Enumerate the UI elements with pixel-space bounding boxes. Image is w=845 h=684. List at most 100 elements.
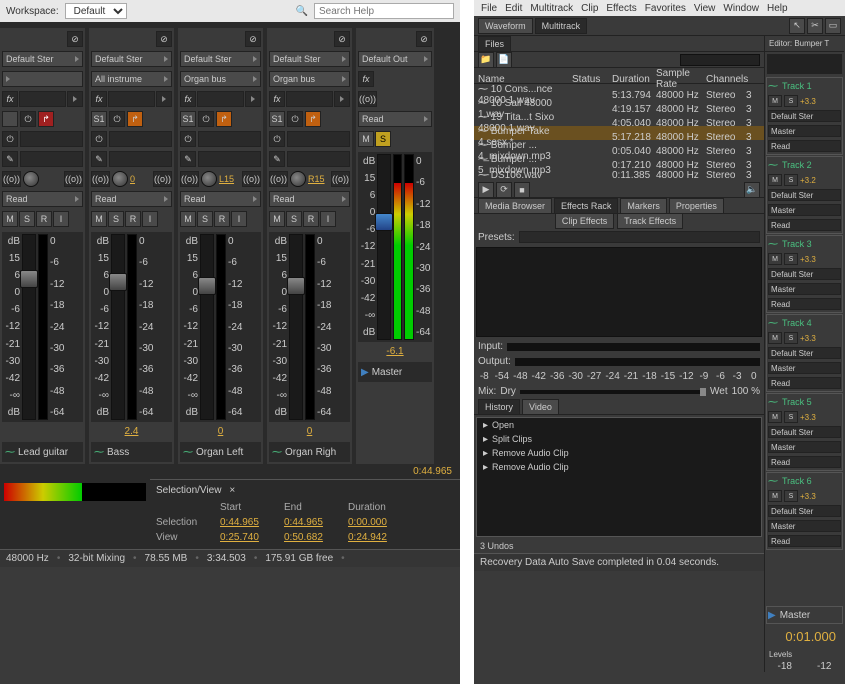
send-select[interactable]: Master <box>768 362 841 374</box>
power-icon[interactable]: ⏻ <box>20 111 36 127</box>
input-monitor[interactable]: I <box>53 211 69 227</box>
automation-mode[interactable]: Read <box>768 535 841 547</box>
insert-power[interactable]: ⏻ <box>91 131 107 147</box>
output-select[interactable]: Default Ster <box>91 51 172 67</box>
solo-button[interactable]: S <box>784 411 798 423</box>
solo-button[interactable]: S <box>784 174 798 186</box>
pan-knob[interactable] <box>112 171 128 187</box>
volume-value[interactable]: -6.1 <box>358 344 432 360</box>
track-name[interactable]: ⁓Bass <box>91 442 172 462</box>
mute-button[interactable]: M <box>768 490 782 502</box>
pan-knob[interactable] <box>290 171 306 187</box>
file-row[interactable]: ⁓ DS106.wav0:11.38548000 HzStereo3 <box>474 168 764 182</box>
volume-icon[interactable]: 🔈 <box>744 182 760 198</box>
insert-slot[interactable] <box>287 131 350 147</box>
menu-clip[interactable]: Clip <box>578 3 601 14</box>
time-value[interactable]: 0:50.682 <box>284 532 344 543</box>
col-header[interactable]: Status <box>572 74 612 85</box>
volume-fader[interactable] <box>111 234 125 420</box>
output-select[interactable]: Default Ster <box>768 189 841 201</box>
tool-select[interactable]: ▭ <box>825 18 841 34</box>
subtab-track-effects[interactable]: Track Effects <box>617 213 683 229</box>
record-button[interactable]: R <box>214 211 230 227</box>
tab-history[interactable]: History <box>478 399 520 415</box>
menu-view[interactable]: View <box>691 3 719 14</box>
tab-properties[interactable]: Properties <box>669 198 724 214</box>
fx-slot[interactable] <box>197 91 244 107</box>
send-route[interactable]: ↱ <box>305 111 321 127</box>
solo-button[interactable]: S <box>197 211 213 227</box>
stereo-icon-r[interactable]: ((o)) <box>331 171 350 187</box>
power-icon[interactable]: ⏻ <box>198 111 214 127</box>
tab-media-browser[interactable]: Media Browser <box>478 198 552 214</box>
automation-mode[interactable]: Read <box>180 191 261 207</box>
insert-power[interactable]: ⏻ <box>180 131 196 147</box>
mute-button[interactable]: M <box>2 211 18 227</box>
edit-icon[interactable]: ✎ <box>180 151 196 167</box>
track-name[interactable]: ⁓Lead guitar <box>2 442 83 462</box>
send-select[interactable]: Master <box>768 283 841 295</box>
output-select[interactable]: Default Ster <box>269 51 350 67</box>
mute-button[interactable]: M <box>180 211 196 227</box>
time-value[interactable]: 0:25.740 <box>220 532 280 543</box>
mute-button[interactable]: M <box>768 95 782 107</box>
edit-icon[interactable]: ✎ <box>269 151 285 167</box>
col-header[interactable]: Duration <box>612 74 656 85</box>
volume-value[interactable]: 0 <box>269 424 350 440</box>
tab-waveform[interactable]: Waveform <box>478 18 533 34</box>
fx-arrow[interactable] <box>334 91 350 107</box>
play-icon[interactable]: ▶ <box>478 182 494 198</box>
fx-arrow[interactable] <box>245 91 261 107</box>
automation-mode[interactable]: Read <box>768 456 841 468</box>
history-item[interactable]: ▸Remove Audio Clip <box>477 446 761 460</box>
col-header[interactable]: Channels <box>706 74 746 85</box>
send-select[interactable]: Master <box>768 441 841 453</box>
insert-slot[interactable] <box>20 131 83 147</box>
output-select[interactable]: Default Out <box>358 51 432 67</box>
automation-mode[interactable]: Read <box>768 298 841 310</box>
time-value[interactable]: 0:44.965 <box>220 517 280 528</box>
stereo-icon[interactable]: ((o)) <box>269 171 288 187</box>
stop-icon[interactable]: ■ <box>514 182 530 198</box>
menu-help[interactable]: Help <box>764 3 791 14</box>
automation-mode[interactable]: Read <box>768 140 841 152</box>
record-button[interactable]: R <box>125 211 141 227</box>
output-select[interactable]: Default Ster <box>180 51 261 67</box>
record-button[interactable]: R <box>303 211 319 227</box>
output-select[interactable]: Default Ster <box>768 110 841 122</box>
automation-mode[interactable]: Read <box>358 111 432 127</box>
loop-icon[interactable]: ⟳ <box>496 182 512 198</box>
menu-window[interactable]: Window <box>720 3 762 14</box>
bus-select[interactable]: Organ bus <box>180 71 261 87</box>
insert-slot[interactable] <box>198 131 261 147</box>
output-select[interactable]: Default Ster <box>768 426 841 438</box>
tab-effects-rack[interactable]: Effects Rack <box>554 198 618 214</box>
solo-button[interactable]: S <box>375 131 391 147</box>
stereo-icon-r[interactable]: ((o)) <box>64 171 83 187</box>
solo-button[interactable]: S <box>108 211 124 227</box>
automation-mode[interactable]: Read <box>768 377 841 389</box>
phase-icon[interactable]: ⊘ <box>245 31 261 47</box>
phase-icon[interactable]: ⊘ <box>67 31 83 47</box>
close-icon[interactable]: × <box>229 485 235 496</box>
send-route[interactable]: ↱ <box>127 111 143 127</box>
output-select[interactable]: Default Ster <box>768 268 841 280</box>
history-item[interactable]: ▸Remove Audio Clip <box>477 460 761 474</box>
tool-move[interactable]: ↖ <box>789 18 805 34</box>
phase-icon[interactable]: ⊘ <box>416 31 432 47</box>
input-monitor[interactable]: I <box>142 211 158 227</box>
volume-value[interactable]: 0 <box>180 424 261 440</box>
fx-icon[interactable]: fx <box>180 91 196 107</box>
phase-icon[interactable]: ⊘ <box>334 31 350 47</box>
pan-knob[interactable] <box>23 171 39 187</box>
volume-fader[interactable] <box>377 154 390 340</box>
file-row[interactable]: ⁓ 10 Cons...nce 48000 1.wav5:13.79448000… <box>474 84 764 98</box>
tab-video[interactable]: Video <box>522 399 559 415</box>
input-monitor[interactable]: I <box>320 211 336 227</box>
edit-icon[interactable]: ✎ <box>2 151 18 167</box>
volume-fader[interactable] <box>289 234 303 420</box>
file-new-icon[interactable]: 📄 <box>496 52 512 68</box>
time-value[interactable]: 0:44.965 <box>284 517 344 528</box>
phase-icon[interactable]: ⊘ <box>156 31 172 47</box>
menu-multitrack[interactable]: Multitrack <box>527 3 576 14</box>
